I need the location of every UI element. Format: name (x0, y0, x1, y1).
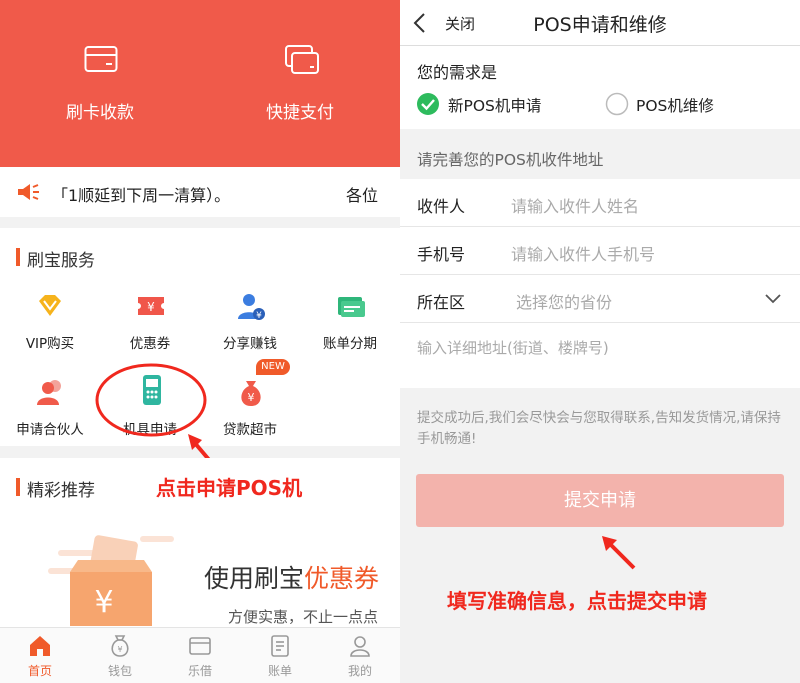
home-screen: 刷卡收款 快捷支付 「1顺延到下周一清算）。 各位 刷宝服务 VIP购买 ¥ 优… (0, 0, 400, 683)
svg-text:¥: ¥ (147, 300, 155, 314)
tab-bill[interactable]: 账单 (240, 628, 320, 683)
detail-address-row: 输入详细地址(街道、楼牌号) (400, 323, 800, 388)
address-header: 请完善您的POS机收件地址 (417, 151, 604, 169)
coupon-banner[interactable]: ¥ 使用刷宝优惠券 方便实惠，不止一点点 (0, 516, 400, 628)
svg-text:¥: ¥ (248, 391, 255, 404)
service-installment[interactable]: 账单分期 (300, 288, 400, 358)
section-bar (16, 478, 20, 496)
notice-text: 「1顺延到下周一清算）。 (52, 186, 231, 205)
banner-title-b: 优惠券 (304, 564, 380, 593)
svg-text:¥: ¥ (117, 645, 122, 654)
tab-label: 账单 (267, 664, 292, 678)
diamond-icon (39, 295, 61, 316)
quick-pay-button[interactable]: 快捷支付 (200, 40, 400, 130)
service-label: 申请合伙人 (16, 422, 84, 438)
recipient-input[interactable]: 请输入收件人姓名 (511, 193, 639, 217)
requirement-label: 您的需求是 (417, 63, 498, 82)
annotation-arrow (602, 536, 636, 570)
card-pay-button[interactable]: 刷卡收款 (0, 40, 200, 130)
phone-input[interactable]: 请输入收件人手机号 (511, 241, 655, 265)
recommend-title: 精彩推荐 (27, 481, 95, 501)
submit-button[interactable]: 提交申请 (416, 474, 784, 527)
pos-apply-screen: 关闭 POS申请和维修 您的需求是 新POS机申请 POS机维修 请完善您的PO… (400, 0, 800, 683)
tab-label: 我的 (347, 664, 372, 678)
quick-pay-icon (285, 45, 319, 74)
wallet-illustration-icon: ¥ (48, 535, 174, 626)
service-coupon[interactable]: ¥ 优惠券 (100, 288, 200, 358)
banner-title-a: 使用刷宝 (204, 564, 305, 593)
service-share[interactable]: ¥ 分享赚钱 (200, 288, 300, 358)
borrow-icon (189, 637, 211, 655)
new-badge: NEW (256, 359, 290, 375)
notice-text-right: 各位 (346, 186, 379, 205)
tab-label: 钱包 (107, 664, 132, 678)
submit-tip: 提交成功后,我们会尽快会与您取得联系,告知发货情况,请保持手机畅通! (417, 410, 781, 447)
share-money-icon: ¥ (238, 294, 265, 321)
service-vip[interactable]: VIP购买 (0, 288, 100, 358)
region-label: 所在区 (417, 293, 466, 312)
annotation-apply-pos: 点击申请POS机 (156, 476, 303, 500)
bottom-tab-bar: 首页 ¥ 钱包 乐借 账单 我的 (0, 627, 400, 683)
bill-installment-icon (338, 297, 365, 317)
quick-pay-label: 快捷支付 (266, 103, 334, 123)
hero-banner: 刷卡收款 快捷支付 (0, 0, 400, 167)
tab-home[interactable]: 首页 (0, 628, 80, 683)
bill-icon (271, 635, 289, 657)
services-title: 刷宝服务 (27, 251, 95, 271)
card-icon (84, 46, 118, 72)
service-label: 账单分期 (323, 336, 377, 352)
service-partner[interactable]: 申请合伙人 (0, 374, 100, 444)
home-icon (30, 636, 50, 656)
tab-label: 首页 (27, 664, 52, 678)
banner-title: 使用刷宝优惠券 (204, 559, 379, 595)
recipient-label: 收件人 (417, 197, 466, 216)
coupon-icon: ¥ (138, 297, 164, 315)
radio-empty-icon (605, 92, 629, 116)
option-new-pos[interactable]: 新POS机申请 (416, 92, 566, 118)
section-bar (16, 248, 20, 266)
detail-address-input[interactable]: 输入详细地址(街道、楼牌号) (417, 337, 609, 358)
tab-mine[interactable]: 我的 (320, 628, 400, 683)
svg-text:¥: ¥ (256, 311, 262, 321)
partner-icon (37, 380, 61, 405)
requirement-section: 您的需求是 新POS机申请 POS机维修 (400, 46, 800, 129)
notice-bar[interactable]: 「1顺延到下周一清算）。 各位 (0, 167, 400, 217)
phone-row: 手机号 请输入收件人手机号 (400, 227, 800, 275)
service-label: 优惠券 (129, 336, 171, 352)
phone-label: 手机号 (417, 245, 466, 264)
tab-label: 乐借 (187, 664, 212, 678)
nav-bar: 关闭 POS申请和维修 (400, 0, 800, 46)
chevron-down-icon (765, 294, 781, 304)
speaker-icon (18, 184, 39, 200)
user-icon (350, 636, 370, 657)
card-pay-label: 刷卡收款 (66, 103, 134, 123)
page-title: POS申请和维修 (533, 14, 667, 36)
annotation-submit: 填写准确信息，点击提交申请 (447, 589, 707, 613)
tab-borrow[interactable]: 乐借 (160, 628, 240, 683)
option-pos-repair[interactable]: POS机维修 (605, 92, 755, 118)
service-label: VIP购买 (25, 336, 75, 352)
wallet-icon: ¥ (111, 635, 129, 657)
region-row[interactable]: 所在区 选择您的省份 (400, 275, 800, 323)
recipient-row: 收件人 请输入收件人姓名 (400, 179, 800, 227)
option-label: 新POS机申请 (448, 97, 542, 115)
highlight-ellipse (95, 363, 207, 437)
banner-subtitle: 方便实惠，不止一点点 (228, 608, 379, 626)
service-label: 分享赚钱 (223, 336, 277, 352)
option-label: POS机维修 (636, 97, 714, 115)
region-select[interactable]: 选择您的省份 (516, 289, 612, 313)
svg-text:¥: ¥ (94, 585, 113, 620)
loan-bag-icon: ¥ (241, 381, 261, 406)
tab-wallet[interactable]: ¥ 钱包 (80, 628, 160, 683)
check-circle-icon (417, 93, 439, 115)
